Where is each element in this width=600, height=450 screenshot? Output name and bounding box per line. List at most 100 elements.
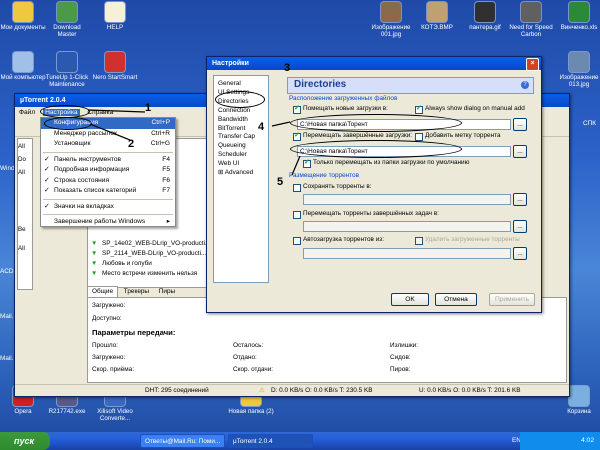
system-tray: 4:02 [520, 432, 600, 450]
status-bar: DHT: 295 соединений ⚠ D: 0.0 KB/s O: 0.0… [15, 384, 569, 396]
desktop-icon-label: Мой компьютер [0, 74, 46, 81]
desktop-icon-label: Opera [14, 408, 32, 415]
delete-loaded-checkbox[interactable] [415, 237, 423, 245]
tree-item-connection[interactable]: Connection [214, 107, 268, 116]
taskbar-item-utorrent[interactable]: µTorrent 2.0.4 [228, 434, 313, 448]
ok-button[interactable]: OK [391, 293, 429, 306]
always-show-checkbox[interactable] [415, 104, 423, 114]
desktop-icon-label: Xilisoft Video Converte... [97, 408, 133, 422]
directories-heading-bar: Directories ? [287, 77, 534, 94]
desktop-icon[interactable]: TuneUp 1-Click Maintenance [44, 52, 90, 88]
move-completed-label: Перемещать завершённые загрузки: [303, 132, 413, 139]
dropdown-item[interactable]: Завершение работы Windows ▸ [41, 217, 175, 228]
torrent-row[interactable]: ▼ Любовь и голуби [88, 259, 208, 268]
torrent-row[interactable]: ▼ Место встречи изменить нельзя [88, 269, 208, 278]
desktop-icon[interactable]: Мои документы [0, 2, 46, 31]
desktop-icon-image [569, 386, 589, 406]
settings-dropdown: Конфигурация Ctrl+P Менеджер рассылок Ctrl+… [40, 117, 176, 227]
desktop-icon[interactable]: Download Master [44, 2, 90, 38]
move-completed-checkbox[interactable] [293, 131, 301, 141]
tree-item-general[interactable]: General [214, 80, 268, 89]
param-label: Пиров: [390, 366, 411, 373]
help-icon[interactable]: ? [521, 81, 529, 89]
add-label-label: Добавить метку торрента [425, 132, 501, 139]
menu-file[interactable]: Файл [19, 109, 35, 116]
browse-button-4[interactable]: ... [513, 220, 527, 233]
desktop-icon[interactable]: Nero StartSmart [92, 52, 138, 81]
taskbar-item-mail[interactable]: Ответы@Mail.Ru: Поми... [140, 434, 225, 448]
annotation-number: 1 [145, 102, 152, 114]
dropdown-item[interactable]: ✓ Значки на вкладках [41, 202, 175, 213]
desktop-icon[interactable]: Мой компьютер [0, 52, 46, 81]
cat-be[interactable]: Be [18, 226, 32, 233]
cat-all[interactable]: All [18, 143, 32, 150]
add-label-checkbox[interactable] [415, 133, 423, 141]
torrent-row[interactable]: ▼ SP_14e02_WEB-DLrip_VO-producti... [88, 239, 210, 248]
desktop-icon[interactable]: Винченко.xls [556, 2, 600, 31]
warning-icon: ⚠ [259, 387, 265, 394]
directories-heading: Directories [294, 79, 347, 90]
apply-button[interactable]: Применить [489, 293, 535, 306]
tree-item-transfer-cap[interactable]: Transfer Cap [214, 133, 268, 142]
browse-button-2[interactable]: ... [513, 145, 527, 158]
desktop-icon-image [569, 2, 589, 22]
browse-button-1[interactable]: ... [513, 118, 527, 131]
torrent-location-section: Размещение торрентов [289, 172, 359, 179]
autoload-field[interactable] [303, 248, 511, 259]
desktop-icon-label: Need for Speed Carbon [509, 24, 553, 38]
desktop-icon-label: HELP [106, 24, 124, 31]
dropdown-item[interactable]: ✓ Панель инструментов F4 [41, 155, 175, 166]
tree-item-web-ui[interactable]: Web UI [214, 160, 268, 169]
cat-all-3[interactable]: All [18, 245, 32, 252]
desktop-icon[interactable]: Need for Speed Carbon [508, 2, 554, 38]
move-finished-field[interactable] [303, 221, 511, 232]
dropdown-item[interactable]: ✓ Подробная информация F5 [41, 165, 175, 176]
only-move-checkbox[interactable] [303, 158, 311, 168]
annotation-number: 2 [128, 138, 135, 150]
dropdown-item[interactable]: ✓ Показать список категорий F7 [41, 186, 175, 197]
desktop-edge-label: Wind [0, 165, 15, 172]
tree-item-queueing[interactable]: Queueing [214, 142, 268, 151]
desktop-icon-label: Download Master [53, 24, 81, 38]
tab-trackers[interactable]: Трекеры [120, 287, 153, 297]
dropdown-item[interactable]: ✓ Строка состояния F6 [41, 176, 175, 187]
desktop-icon-image [381, 2, 401, 22]
dht-status: DHT: 295 соединений [145, 387, 209, 394]
browse-button-3[interactable]: ... [513, 193, 527, 206]
tree-item-scheduler[interactable]: Scheduler [214, 151, 268, 160]
browse-button-5[interactable]: ... [513, 247, 527, 260]
save-torrents-field[interactable] [303, 194, 511, 205]
desktop-icon[interactable]: Изображение 013.jpg [556, 52, 600, 88]
tree-item-advanced[interactable]: ⊞ Advanced [214, 169, 268, 178]
save-torrents-checkbox[interactable] [293, 184, 301, 192]
dropdown-item[interactable]: Менеджер рассылок Ctrl+R [41, 129, 175, 140]
put-new-checkbox[interactable] [293, 104, 301, 114]
tab-peers[interactable]: Пиры [155, 287, 179, 297]
settings-titlebar[interactable]: Настройки × [207, 57, 541, 71]
desktop-icon[interactable]: пантера.gif [462, 2, 508, 31]
menu-help[interactable]: Справка [87, 109, 113, 116]
desktop-icon[interactable]: Изображение 001.jpg [368, 2, 414, 38]
annotation-ellipse [290, 140, 462, 158]
start-button[interactable]: пуск [0, 432, 50, 450]
annotation-ellipse [290, 114, 462, 132]
desktop-icon[interactable]: HELP [92, 2, 138, 31]
cat-downloading[interactable]: Do [18, 156, 32, 163]
autoload-checkbox[interactable] [293, 237, 301, 245]
desktop-icon-label: Корзина [567, 408, 591, 415]
tab-general[interactable]: Общие [87, 286, 119, 297]
move-finished-label: Перемещать торренты завершённых задач в: [303, 210, 439, 217]
desktop-icon-image [475, 2, 495, 22]
clock: 4:02 [581, 437, 594, 444]
torrent-row[interactable]: ▼ SP_2114_WEB-DLrip_VO-producti... [88, 249, 208, 258]
cancel-button[interactable]: Отмена [435, 293, 477, 306]
close-icon[interactable]: × [526, 58, 539, 71]
move-finished-checkbox[interactable] [293, 211, 301, 219]
cat-all-2[interactable]: All [18, 169, 32, 176]
download-location-section: Расположение загруженных файлов [289, 95, 398, 102]
desktop-icon[interactable]: КОТЭ.BMP [414, 2, 460, 31]
autoload-label: Автозагрузка торрентов из: [303, 236, 384, 243]
desktop-icon-label: Винченко.xls [560, 24, 598, 31]
param-label: Загружено: [92, 354, 126, 361]
dropdown-item[interactable]: Установщик Ctrl+G [41, 139, 175, 150]
